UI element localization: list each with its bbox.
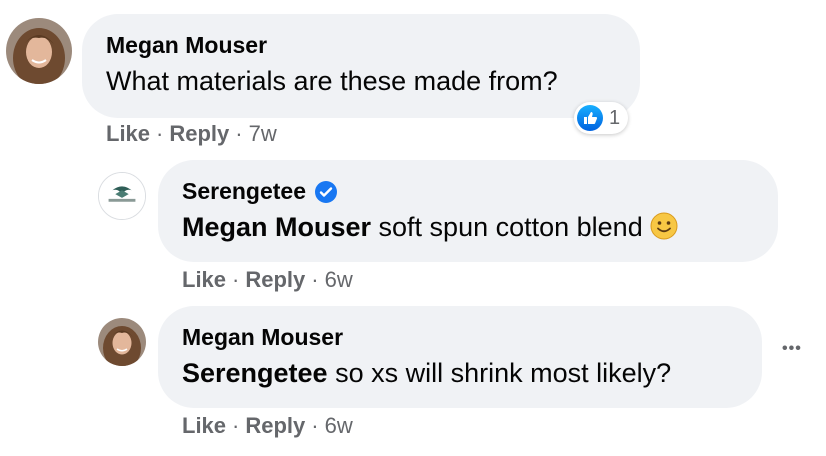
reaction-badge[interactable]: 1 xyxy=(574,102,629,134)
comment-author[interactable]: Megan Mouser xyxy=(106,32,267,59)
like-link[interactable]: Like xyxy=(182,413,226,438)
timestamp[interactable]: 6w xyxy=(325,267,353,292)
reply-link[interactable]: Reply xyxy=(169,121,229,146)
like-link[interactable]: Like xyxy=(106,121,150,146)
avatar[interactable] xyxy=(98,172,146,220)
comment-body: soft spun cotton blend xyxy=(371,212,643,242)
author-name[interactable]: Serengetee xyxy=(182,178,306,205)
separator: · xyxy=(156,121,164,146)
comment-text: Serengetee so xs will shrink most likely… xyxy=(182,358,671,389)
reaction-count: 1 xyxy=(609,106,621,129)
timestamp[interactable]: 7w xyxy=(249,121,277,146)
comment-actions: Like · Reply · 6w xyxy=(182,413,353,439)
comment-bubble xyxy=(158,306,762,408)
timestamp[interactable]: 6w xyxy=(325,413,353,438)
comment-actions: Like · Reply · 7w xyxy=(106,121,277,147)
mention-link[interactable]: Megan Mouser xyxy=(182,212,371,242)
author-name[interactable]: Megan Mouser xyxy=(182,324,343,351)
reply-link[interactable]: Reply xyxy=(245,413,305,438)
author-name[interactable]: Megan Mouser xyxy=(106,32,267,59)
comment-author[interactable]: Megan Mouser xyxy=(182,324,343,351)
smiley-emoji-icon xyxy=(649,211,679,241)
separator: · xyxy=(311,267,319,292)
like-link[interactable]: Like xyxy=(182,267,226,292)
more-options-icon[interactable]: ••• xyxy=(782,340,802,358)
avatar[interactable] xyxy=(6,18,72,84)
separator: · xyxy=(232,267,240,292)
separator: · xyxy=(235,121,243,146)
avatar[interactable] xyxy=(98,318,146,366)
separator: · xyxy=(232,413,240,438)
comment-body: so xs will shrink most likely? xyxy=(327,358,672,388)
mention-link[interactable]: Serengetee xyxy=(182,358,328,388)
comment-author[interactable]: Serengetee xyxy=(182,178,338,205)
thumbs-up-icon xyxy=(577,105,603,131)
separator: · xyxy=(311,413,319,438)
comment-actions: Like · Reply · 6w xyxy=(182,267,353,293)
comment-text: Megan Mouser soft spun cotton blend xyxy=(182,211,679,243)
comment-text: What materials are these made from? xyxy=(106,66,558,96)
verified-badge-icon xyxy=(314,180,338,204)
reply-link[interactable]: Reply xyxy=(245,267,305,292)
